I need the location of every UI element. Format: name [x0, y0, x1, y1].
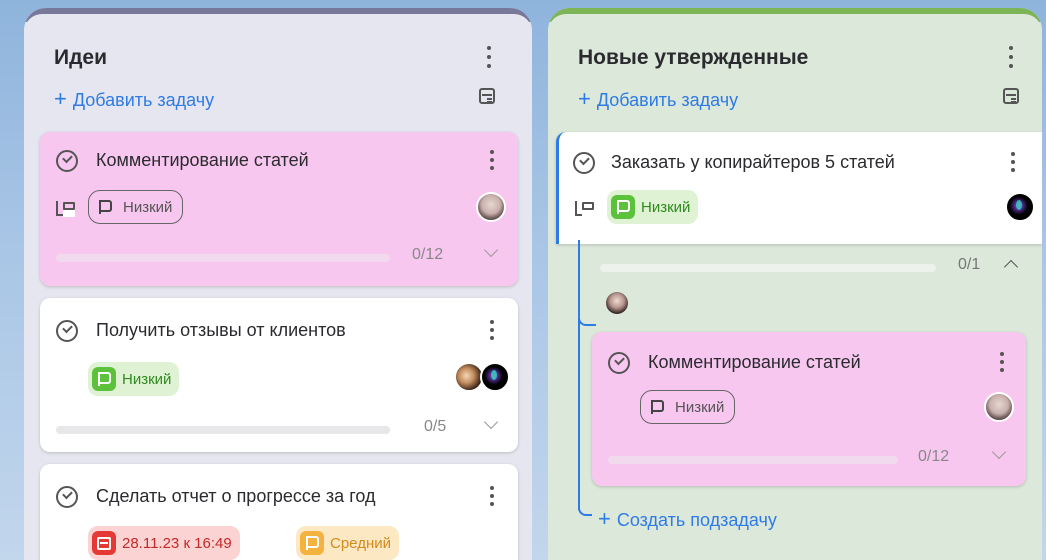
calendar-icon: [92, 531, 116, 555]
task-title: Комментирование статей: [648, 352, 861, 372]
flag-icon: [611, 195, 635, 219]
plus-icon: +: [54, 86, 67, 111]
task-menu-icon[interactable]: [486, 318, 498, 342]
create-subtask-label: Создать подзадачу: [616, 510, 777, 530]
subtree-branch: [578, 502, 592, 516]
assignee-avatar[interactable]: [984, 392, 1014, 422]
priority-badge[interactable]: Средний: [296, 526, 399, 560]
column-new-approved: Новые утвержденные + Добавить задачу Зака…: [548, 8, 1042, 560]
priority-badge[interactable]: Низкий: [607, 190, 699, 224]
chevron-down-icon[interactable]: [991, 444, 1007, 460]
task-menu-icon[interactable]: [486, 484, 498, 508]
create-subtask-button[interactable]: + Создать подзадачу: [598, 506, 777, 532]
task-title: Сделать отчет о прогрессе за год: [96, 486, 376, 506]
flag-icon: [300, 531, 324, 555]
column-title: Новые утвержденные: [578, 46, 809, 69]
assignee-avatar[interactable]: [606, 292, 628, 314]
column-menu-icon[interactable]: [1004, 44, 1018, 70]
check-circle-icon[interactable]: [573, 152, 595, 174]
subtask-card[interactable]: Комментирование статей Низкий 0/12: [592, 332, 1026, 486]
chevron-down-icon[interactable]: [483, 414, 499, 430]
priority-label: Низкий: [675, 398, 725, 416]
assignee-avatar[interactable]: [476, 192, 506, 222]
task-card[interactable]: Получить отзывы от клиентов Низкий 0/5: [40, 298, 518, 452]
progress-count: 0/12: [412, 246, 444, 263]
check-circle-icon[interactable]: [56, 150, 78, 172]
column-menu-icon[interactable]: [482, 44, 496, 70]
priority-badge[interactable]: Низкий: [640, 390, 736, 424]
progress-count: 0/1: [958, 256, 981, 273]
priority-badge[interactable]: Низкий: [88, 190, 184, 224]
due-date-badge[interactable]: 28.11.23 к 16:49: [88, 526, 240, 560]
subtasks-icon[interactable]: [573, 200, 594, 216]
task-title: Получить отзывы от клиентов: [96, 320, 346, 340]
progress-bar: [56, 426, 390, 434]
progress-count: 0/12: [918, 448, 950, 465]
task-menu-icon[interactable]: [1007, 150, 1019, 174]
plus-icon: +: [578, 86, 591, 111]
assignee-avatar[interactable]: [1005, 192, 1035, 222]
check-circle-icon[interactable]: [608, 352, 630, 374]
add-task-button[interactable]: + Добавить задачу: [54, 86, 214, 112]
task-menu-icon[interactable]: [486, 148, 498, 172]
check-circle-icon[interactable]: [56, 486, 78, 508]
priority-label: Низкий: [123, 198, 173, 216]
task-title: Комментирование статей: [96, 150, 309, 170]
priority-label: Низкий: [122, 370, 172, 388]
task-card[interactable]: Заказать у копирайтеров 5 статей Низкий: [556, 132, 1042, 244]
progress-count: 0/5: [424, 418, 447, 435]
card-layout-icon[interactable]: [479, 88, 495, 104]
add-task-label: Добавить задачу: [72, 90, 215, 110]
assignee-avatar[interactable]: [480, 362, 510, 392]
priority-label: Низкий: [641, 198, 691, 216]
flag-icon: [645, 395, 669, 419]
flag-icon: [93, 195, 117, 219]
flag-icon: [92, 367, 116, 391]
subtree-branch: [578, 312, 596, 326]
priority-label: Средний: [330, 534, 391, 552]
progress-bar: [600, 264, 936, 272]
add-task-label: Добавить задачу: [596, 90, 739, 110]
task-card[interactable]: Комментирование статей Низкий 0/12: [40, 132, 518, 286]
task-card[interactable]: Сделать отчет о прогрессе за год 28.11.2…: [40, 464, 518, 560]
subtree-connector: [578, 240, 580, 510]
column-ideas: Идеи + Добавить задачу Комментирование ст…: [24, 8, 532, 560]
check-circle-icon[interactable]: [56, 320, 78, 342]
progress-bar: [56, 254, 390, 262]
add-task-button[interactable]: + Добавить задачу: [578, 86, 738, 112]
progress-bar: [608, 456, 898, 464]
task-title: Заказать у копирайтеров 5 статей: [611, 152, 895, 172]
subtasks-icon[interactable]: [54, 200, 75, 216]
chevron-down-icon[interactable]: [483, 242, 499, 258]
card-layout-icon[interactable]: [1003, 88, 1019, 104]
priority-badge[interactable]: Низкий: [88, 362, 180, 396]
column-title: Идеи: [54, 46, 108, 69]
task-menu-icon[interactable]: [996, 350, 1008, 374]
plus-icon: +: [598, 506, 611, 531]
due-date-label: 28.11.23 к 16:49: [122, 534, 232, 552]
